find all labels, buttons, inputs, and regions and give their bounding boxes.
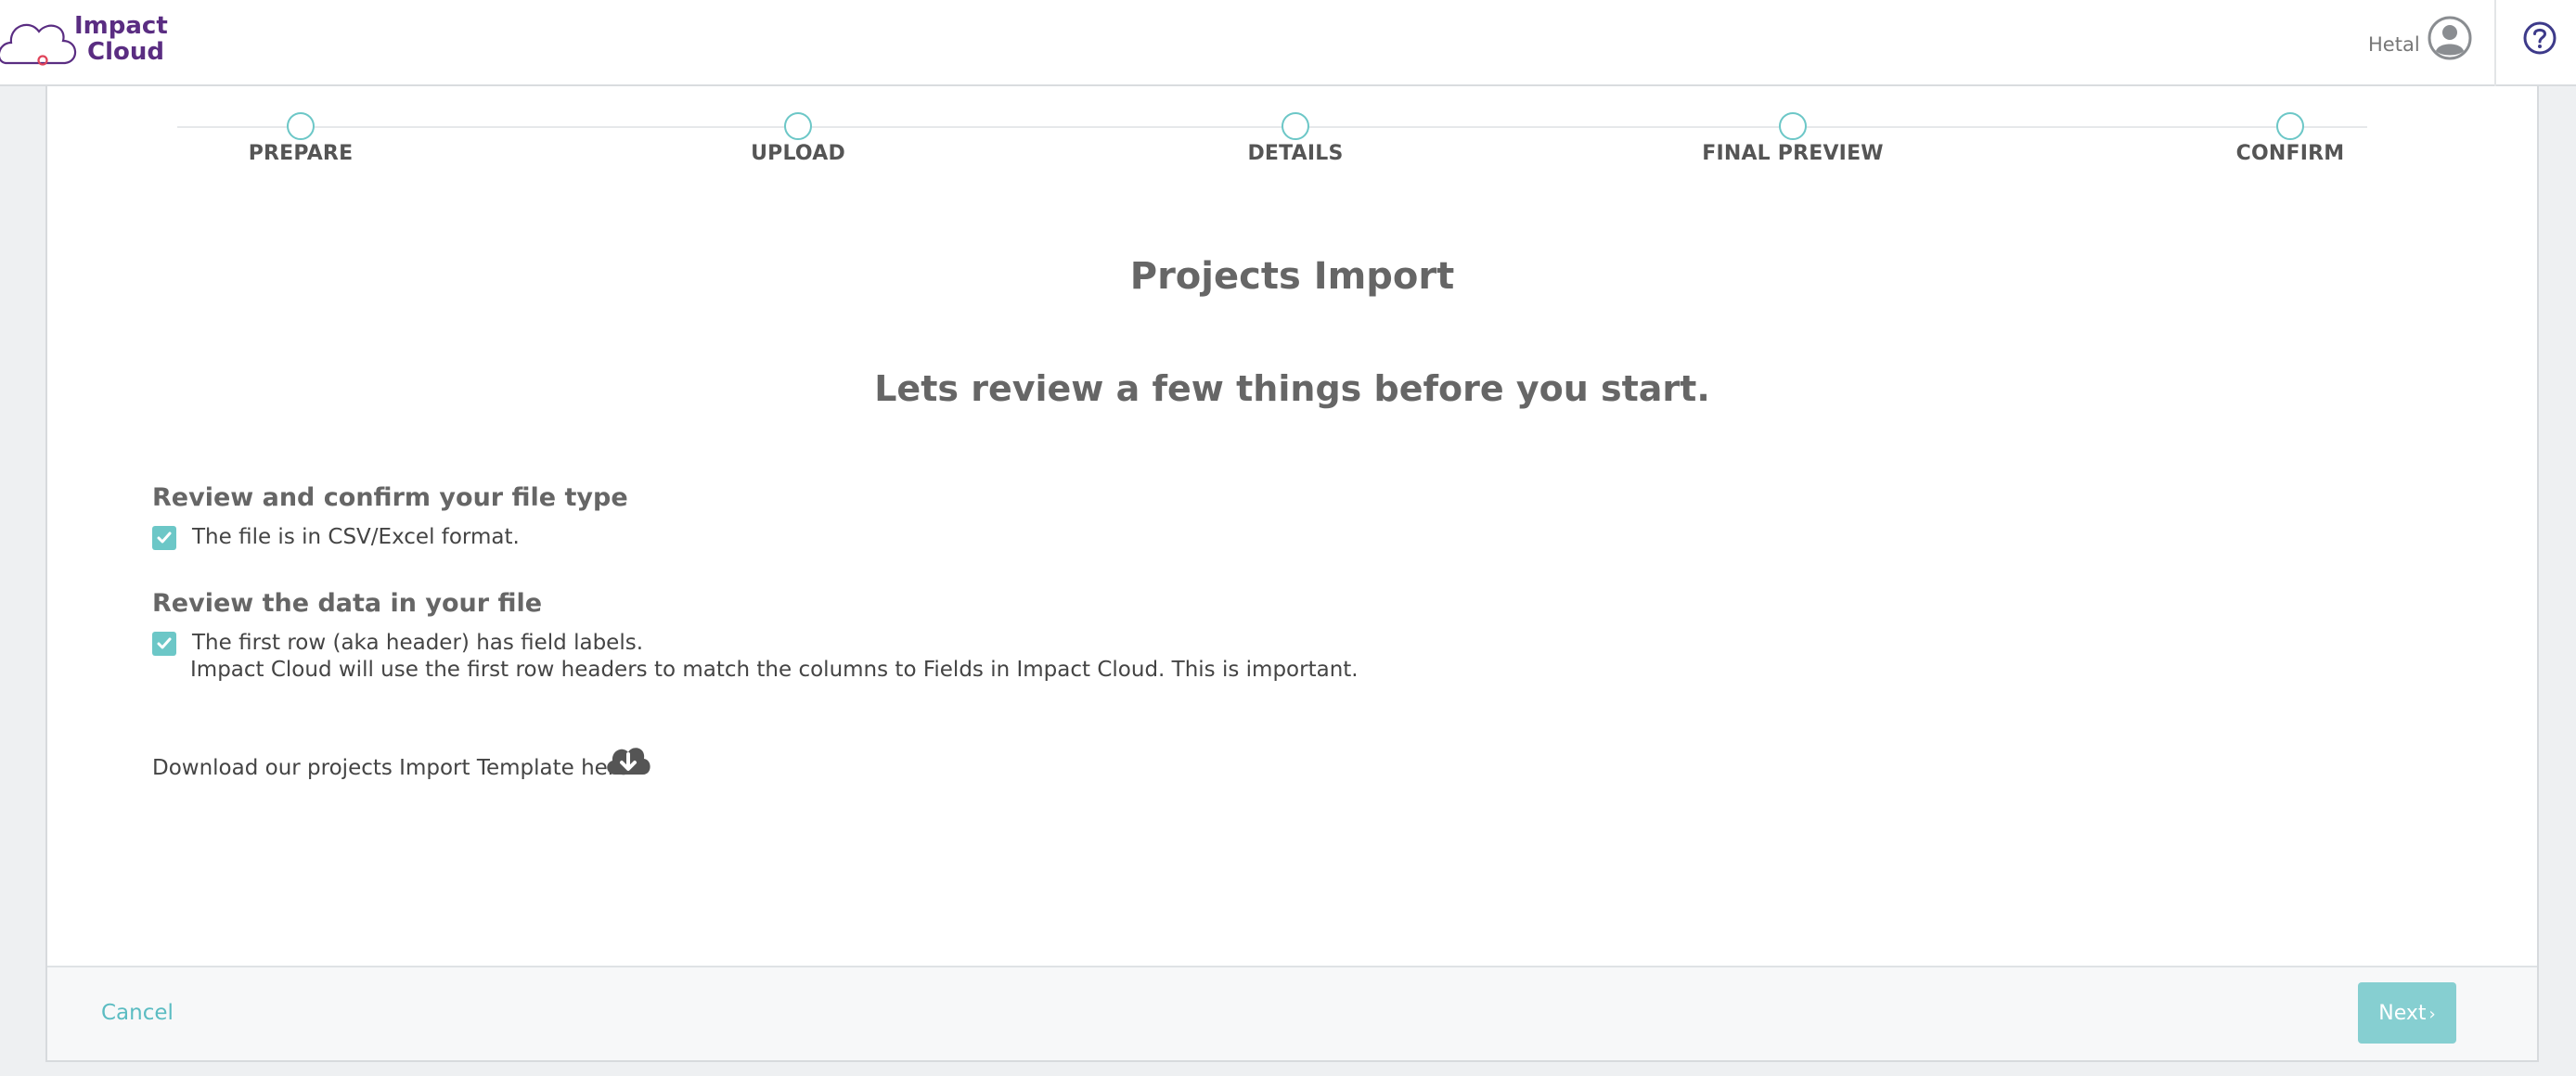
user-name[interactable]: Hetal bbox=[2368, 33, 2420, 56]
step-indicator bbox=[1779, 112, 1807, 140]
logo-wordmark: Impact Cloud bbox=[74, 13, 168, 65]
download-template-text: Download our projects Import Template he… bbox=[152, 756, 637, 780]
user-avatar-icon[interactable] bbox=[2428, 16, 2472, 60]
page-title: Projects Import bbox=[1129, 255, 1455, 298]
cloud-logo-icon bbox=[0, 23, 77, 66]
section-title-file-data: Review the data in your file bbox=[152, 589, 543, 618]
step-upload[interactable]: UPLOAD bbox=[659, 112, 937, 165]
step-label: DETAILS bbox=[1247, 142, 1344, 165]
step-prepare[interactable]: PREPARE bbox=[161, 112, 440, 165]
step-indicator bbox=[1282, 112, 1309, 140]
file-type-checkbox[interactable] bbox=[152, 526, 176, 550]
step-indicator bbox=[2276, 112, 2304, 140]
header-labels-checkbox-label: The first row (aka header) has field lab… bbox=[192, 631, 644, 655]
step-label: FINAL PREVIEW bbox=[1702, 142, 1884, 165]
header-divider bbox=[2494, 0, 2496, 86]
step-label: PREPARE bbox=[248, 142, 354, 165]
cancel-link[interactable]: Cancel bbox=[101, 1001, 174, 1025]
question-circle-icon[interactable] bbox=[2522, 20, 2557, 56]
header-labels-checkbox[interactable] bbox=[152, 632, 176, 656]
next-button[interactable]: Next › bbox=[2358, 982, 2456, 1044]
step-indicator bbox=[784, 112, 812, 140]
impact-cloud-logo[interactable]: Impact Cloud bbox=[0, 7, 176, 72]
step-details[interactable]: DETAILS bbox=[1156, 112, 1435, 165]
wizard-footer: Cancel Next › bbox=[47, 966, 2537, 1060]
top-header: Impact Cloud Hetal bbox=[0, 0, 2576, 86]
page-subtitle: Lets review a few things before you star… bbox=[874, 368, 1710, 409]
check-icon bbox=[157, 637, 172, 649]
chevron-right-icon: › bbox=[2428, 1004, 2436, 1024]
import-wizard-card: PREPARE UPLOAD DETAILS FINAL PREVIEW CON… bbox=[45, 86, 2539, 1062]
logo-line-1: Impact bbox=[74, 12, 168, 40]
logo-line-2: Cloud bbox=[87, 38, 164, 66]
step-label: CONFIRM bbox=[2235, 142, 2345, 165]
file-type-checkbox-label: The file is in CSV/Excel format. bbox=[192, 525, 520, 549]
next-button-label: Next bbox=[2378, 1001, 2427, 1025]
header-labels-note: Impact Cloud will use the first row head… bbox=[190, 658, 1359, 682]
section-title-file-type: Review and confirm your file type bbox=[152, 483, 628, 512]
step-confirm[interactable]: CONFIRM bbox=[2151, 112, 2429, 165]
step-label: UPLOAD bbox=[751, 142, 845, 165]
step-final-preview[interactable]: FINAL PREVIEW bbox=[1654, 112, 1932, 165]
cloud-download-icon[interactable] bbox=[604, 741, 652, 778]
check-icon bbox=[157, 532, 172, 544]
step-indicator bbox=[287, 112, 315, 140]
